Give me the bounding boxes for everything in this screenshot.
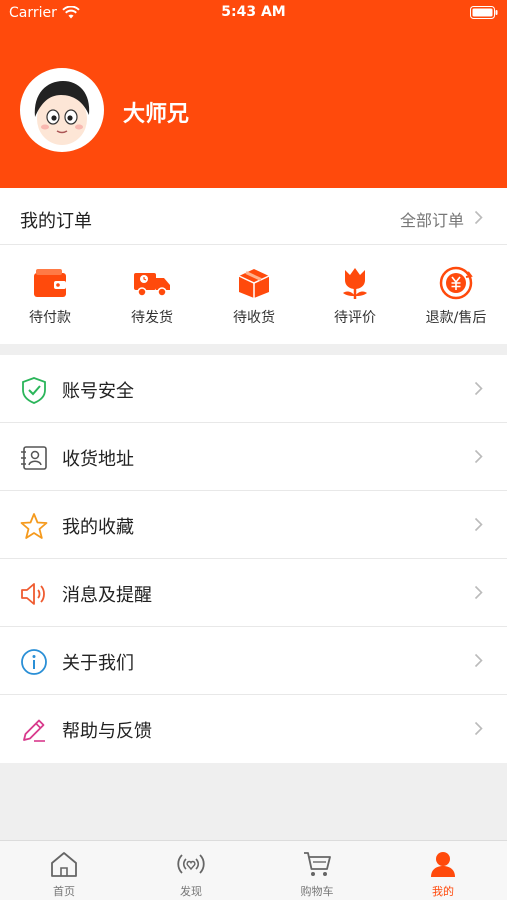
all-orders-link[interactable]: 全部订单 xyxy=(400,207,483,231)
tulip-icon xyxy=(315,265,395,301)
refund-icon xyxy=(416,265,496,301)
address-card-icon xyxy=(20,444,48,472)
tab-mine[interactable]: 我的 xyxy=(398,847,488,899)
star-icon xyxy=(20,512,48,540)
chevron-right-icon xyxy=(474,721,483,740)
menu-label: 关于我们 xyxy=(62,653,134,674)
tab-label: 购物车 xyxy=(300,885,334,898)
orders-header[interactable]: 我的订单 全部订单 xyxy=(0,188,507,245)
clock: 5:43 AM xyxy=(221,4,286,20)
all-orders-label: 全部订单 xyxy=(399,211,464,230)
order-label: 退款/售后 xyxy=(425,310,487,326)
order-pending-payment[interactable]: 待付款 xyxy=(10,265,90,327)
menu-notifications[interactable]: 消息及提醒 xyxy=(0,559,507,627)
status-bar: Carrier 5:43 AM xyxy=(0,0,507,28)
menu-label: 收货地址 xyxy=(62,449,134,470)
tab-bar: 首页 发现 购物车 我的 xyxy=(0,840,507,900)
menu-label: 消息及提醒 xyxy=(62,585,152,606)
shield-check-icon xyxy=(20,376,48,404)
menu-label: 我的收藏 xyxy=(62,517,134,538)
tab-label: 首页 xyxy=(53,885,75,898)
truck-icon xyxy=(112,265,192,301)
cart-icon xyxy=(272,847,362,881)
order-label: 待发货 xyxy=(131,310,173,326)
menu-label: 账号安全 xyxy=(62,381,134,402)
settings-menu: 账号安全 收货地址 我的收藏 消息及提醒 关于我们 帮助与反馈 xyxy=(0,355,507,763)
tab-label: 发现 xyxy=(180,885,202,898)
chevron-right-icon xyxy=(474,449,483,468)
menu-help-feedback[interactable]: 帮助与反馈 xyxy=(0,695,507,763)
chevron-right-icon xyxy=(474,517,483,536)
order-label: 待付款 xyxy=(29,310,71,326)
order-label: 待评价 xyxy=(334,310,376,326)
avatar[interactable] xyxy=(20,68,104,152)
order-refund-aftersale[interactable]: 退款/售后 xyxy=(416,265,496,327)
menu-account-security[interactable]: 账号安全 xyxy=(0,355,507,423)
wallet-icon xyxy=(10,265,90,301)
chevron-right-icon xyxy=(474,210,483,229)
username: 大师兄 xyxy=(123,102,190,127)
profile-header: Carrier 5:43 AM 大师兄 xyxy=(0,0,507,188)
menu-shipping-address[interactable]: 收货地址 xyxy=(0,423,507,491)
chevron-right-icon xyxy=(474,585,483,604)
orders-title: 我的订单 xyxy=(20,211,92,232)
order-pending-receipt[interactable]: 待收货 xyxy=(214,265,294,327)
order-label: 待收货 xyxy=(233,310,275,326)
package-icon xyxy=(214,265,294,301)
home-icon xyxy=(19,847,109,881)
tab-label: 我的 xyxy=(432,885,454,898)
chevron-right-icon xyxy=(474,381,483,400)
discover-icon xyxy=(146,847,236,881)
battery-icon xyxy=(470,6,498,23)
user-icon xyxy=(398,847,488,881)
speaker-icon xyxy=(20,580,48,608)
tab-cart[interactable]: 购物车 xyxy=(272,847,362,899)
tab-discover[interactable]: 发现 xyxy=(146,847,236,899)
pencil-icon xyxy=(20,716,48,744)
order-pending-shipment[interactable]: 待发货 xyxy=(112,265,192,327)
chevron-right-icon xyxy=(474,653,483,672)
order-pending-review[interactable]: 待评价 xyxy=(315,265,395,327)
menu-label: 帮助与反馈 xyxy=(62,721,152,742)
menu-favorites[interactable]: 我的收藏 xyxy=(0,491,507,559)
orders-section: 我的订单 全部订单 待付款 待发货 待收货 待评价 退款/售后 xyxy=(0,188,507,344)
tab-home[interactable]: 首页 xyxy=(19,847,109,899)
menu-about-us[interactable]: 关于我们 xyxy=(0,627,507,695)
info-icon xyxy=(20,648,48,676)
